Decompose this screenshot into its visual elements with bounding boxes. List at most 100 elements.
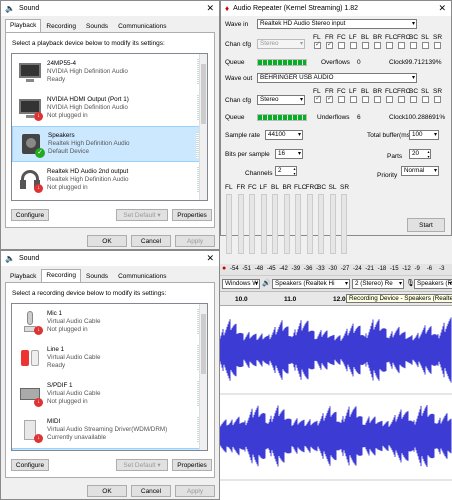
playback-sound-dialog: 🔈 Sound ✕ Playback Recording Sounds Comm…	[0, 0, 220, 250]
device-row[interactable]: ✓Rec. PlayVirtual Audio Streaming Driver…	[12, 448, 207, 450]
meter-tick: -21	[365, 266, 374, 272]
output-device-select[interactable]: Speakers (Realtek Hi	[272, 279, 350, 289]
in-channel-checkbox[interactable]	[362, 42, 369, 49]
out-channel-checkbox[interactable]	[410, 96, 417, 103]
ok-button[interactable]: OK	[87, 235, 127, 247]
in-channel-checkbox[interactable]	[422, 42, 429, 49]
vu-channel-label: BC	[317, 184, 327, 191]
device-row[interactable]: Realtek Digital OutputRealtek High Defin…	[12, 198, 207, 200]
vu-channel-label: FR	[236, 184, 246, 191]
scrollbar[interactable]	[199, 54, 207, 200]
wave-out-select[interactable]: BEHRINGER USB AUDIO	[257, 73, 417, 83]
waveform-track[interactable]	[220, 306, 452, 500]
out-channel-checkbox[interactable]	[422, 96, 429, 103]
tab-recording[interactable]: Recording	[41, 269, 82, 282]
wave-in-select[interactable]: Realtek HD Audio Stereo input	[257, 19, 417, 29]
close-icon[interactable]: ✕	[206, 253, 214, 264]
chan-cfg-out-select[interactable]: Stereo	[257, 95, 305, 105]
input-device-select[interactable]: Speakers (Realtek	[414, 279, 452, 289]
host-select[interactable]: Windows W	[222, 279, 260, 289]
tab-communications[interactable]: Communications	[113, 20, 171, 32]
apply-button[interactable]: Apply	[175, 485, 215, 497]
out-channel-checkbox[interactable]	[386, 96, 393, 103]
device-name: Speakers	[48, 132, 75, 139]
device-name: Line 1	[47, 346, 65, 353]
ok-button[interactable]: OK	[87, 485, 127, 497]
tab-playback[interactable]: Playback	[5, 19, 42, 32]
in-channel-checkbox[interactable]	[314, 40, 321, 49]
monitor-icon	[18, 60, 42, 84]
channels-select[interactable]: 2 (Stereo) Re	[352, 279, 404, 289]
device-row[interactable]: ↓ S/PDIF 1 Virtual Audio Cable Not plugged …	[12, 376, 207, 412]
scrollbar[interactable]	[199, 304, 207, 450]
tab-sounds[interactable]: Sounds	[81, 20, 113, 32]
close-icon[interactable]: ✕	[206, 3, 214, 14]
close-icon[interactable]: ✕	[438, 3, 446, 14]
device-row[interactable]: ↓ Mic 1 Virtual Audio Cable Not plugged in	[12, 304, 207, 340]
tab-sounds[interactable]: Sounds	[81, 270, 113, 282]
in-channel-checkbox[interactable]	[350, 42, 357, 49]
device-name: NVIDIA HDMI Output (Port 1)	[47, 96, 129, 103]
out-channel-checkbox[interactable]	[434, 96, 441, 103]
in-channel-label: FLC	[385, 34, 398, 41]
vu-meter-bar	[295, 194, 301, 254]
timeline[interactable]: 10.0 11.0 12.0 Recording Device - Speake…	[220, 292, 452, 306]
sample-rate-select[interactable]: 44100	[265, 130, 303, 140]
cancel-button[interactable]: Cancel	[131, 235, 171, 247]
bits-select[interactable]: 16	[275, 149, 303, 159]
device-driver: Virtual Audio Cable	[47, 354, 101, 361]
record-meter-icon[interactable]: ●	[222, 265, 226, 272]
in-channel-checkbox[interactable]	[398, 42, 405, 49]
meter-tick: -3	[439, 266, 445, 272]
configure-button[interactable]: Configure	[11, 209, 49, 221]
time-tick: 11.0	[284, 296, 297, 303]
tab-panel: Select a playback device below to modify…	[5, 32, 215, 228]
in-channel-checkbox[interactable]	[338, 42, 345, 49]
device-list[interactable]: ↓ Mic 1 Virtual Audio Cable Not plugged in L…	[11, 303, 208, 451]
tab-communications[interactable]: Communications	[113, 270, 171, 282]
meter-toolbar: ● -54 -51 -48 -45 -42 -39 -36 -33 -30 -27 -24 -21 -1…	[220, 264, 452, 276]
channels-spinner[interactable]: 2	[275, 166, 297, 176]
out-channel-checkbox[interactable]	[350, 96, 357, 103]
title-bar: 🔈 Sound ✕	[1, 251, 219, 266]
device-driver: Virtual Audio Cable	[47, 390, 101, 397]
total-buffer-select[interactable]: 100	[409, 130, 439, 140]
out-channel-checkbox[interactable]	[314, 94, 321, 103]
properties-button[interactable]: Properties	[172, 459, 212, 471]
device-row[interactable]: ↓ Realtek HD Audio 2nd output Realtek High…	[12, 162, 207, 198]
start-button[interactable]: Start	[407, 218, 445, 232]
tab-recording[interactable]: Recording	[41, 20, 81, 32]
out-channel-checkbox[interactable]	[374, 96, 381, 103]
in-channel-checkbox[interactable]	[374, 42, 381, 49]
device-row[interactable]: ✓ Speakers Realtek High Definition Audio De…	[12, 126, 207, 162]
in-channel-checkbox[interactable]	[434, 42, 441, 49]
properties-button[interactable]: Properties	[172, 209, 212, 221]
tab-playback[interactable]: Playback	[5, 270, 41, 282]
parts-spinner[interactable]: 20	[409, 149, 431, 159]
device-row[interactable]: Line 1 Virtual Audio Cable Ready	[12, 340, 207, 376]
cancel-button[interactable]: Cancel	[131, 485, 171, 497]
chan-cfg-in-select[interactable]: Stereo	[257, 39, 305, 49]
vu-meter-bar	[249, 194, 255, 254]
device-driver: Virtual Audio Streaming Driver(WDM/DRM)	[47, 426, 168, 433]
in-channel-checkbox[interactable]	[410, 42, 417, 49]
out-channel-checkbox[interactable]	[362, 96, 369, 103]
configure-button[interactable]: Configure	[11, 459, 49, 471]
device-row[interactable]: ↓ MIDI Virtual Audio Streaming Driver(WDM/…	[12, 412, 207, 448]
set-default-button[interactable]: Set Default ▾	[116, 209, 168, 221]
device-row[interactable]: 24MP55-4 NVIDIA High Definition Audio Read…	[12, 54, 207, 90]
in-channel-checkbox[interactable]	[386, 42, 393, 49]
in-channel-checkbox[interactable]	[326, 40, 333, 49]
apply-button[interactable]: Apply	[175, 235, 215, 247]
device-row[interactable]: ↓ NVIDIA HDMI Output (Port 1) NVIDIA High …	[12, 90, 207, 126]
queue-out-label: Queue	[225, 114, 245, 121]
device-driver: Realtek High Definition Audio	[47, 176, 129, 183]
device-list[interactable]: 24MP55-4 NVIDIA High Definition Audio Read…	[11, 53, 208, 201]
wave-in-label: Wave in	[225, 21, 249, 28]
chan-cfg-in-label: Chan cfg	[225, 41, 252, 48]
out-channel-checkbox[interactable]	[398, 96, 405, 103]
out-channel-checkbox[interactable]	[326, 94, 333, 103]
priority-select[interactable]: Normal	[401, 166, 439, 176]
out-channel-checkbox[interactable]	[338, 96, 345, 103]
set-default-button[interactable]: Set Default ▾	[116, 459, 168, 471]
